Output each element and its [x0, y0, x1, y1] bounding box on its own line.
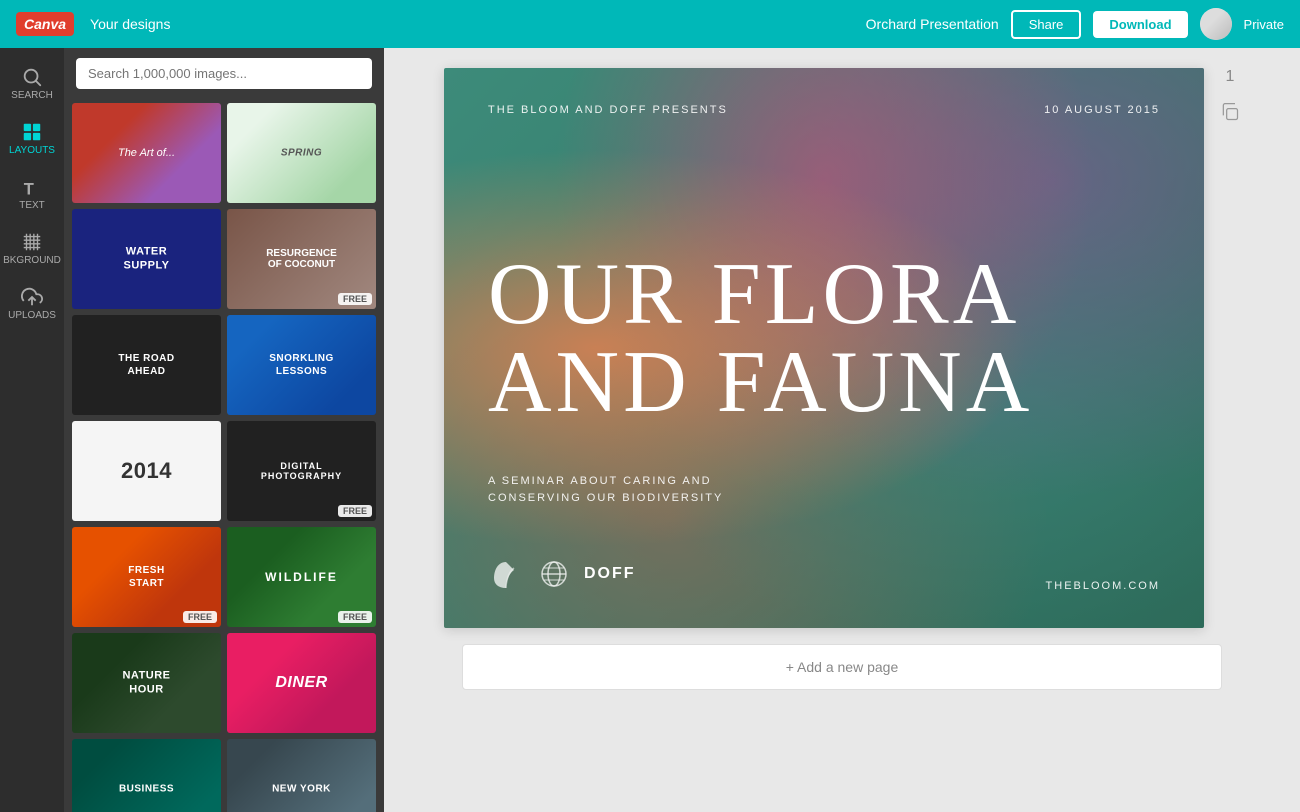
slide-website: THEBLOOM.COM [1046, 580, 1160, 592]
topbar-nav-label[interactable]: Your designs [90, 16, 170, 32]
thumb-free-badge-fresh: FREE [183, 611, 217, 623]
text-icon: T [21, 176, 43, 198]
sidebar-uploads-label: UPLOADS [8, 310, 56, 321]
sidebar-search-label: SEARCH [11, 90, 53, 101]
sidebar-item-search[interactable]: SEARCH [0, 56, 64, 111]
thumb-label-wildlife: WILDLIFE [265, 570, 338, 584]
download-button[interactable]: Download [1093, 11, 1187, 38]
canvas-area: THE BLOOM AND DOFF PRESENTS 10 AUGUST 20… [384, 48, 1300, 812]
add-page-button[interactable]: + Add a new page [462, 644, 1222, 690]
layout-thumb-spring[interactable]: SPRING [227, 103, 376, 203]
layout-grid: The Art of... SPRING WATERSUPPLY RESURGE… [64, 99, 384, 812]
topbar: Canva Your designs Orchard Presentation … [0, 0, 1300, 48]
sidebar-item-background[interactable]: BKGROUND [0, 221, 64, 276]
slide-date: 10 AUGUST 2015 [1044, 104, 1160, 116]
slide-top: THE BLOOM AND DOFF PRESENTS 10 AUGUST 20… [488, 104, 1160, 116]
topbar-right: Orchard Presentation Share Download Priv… [866, 8, 1284, 40]
svg-text:T: T [24, 180, 34, 198]
layout-thumb-resurgence[interactable]: RESURGENCEOF COCONUT FREE [227, 209, 376, 309]
share-button[interactable]: Share [1011, 10, 1082, 39]
thumb-label-nature: NATUREHOUR [122, 669, 170, 698]
uploads-icon [21, 286, 43, 308]
layout-thumb-water[interactable]: WATERSUPPLY [72, 209, 221, 309]
avatar[interactable] [1200, 8, 1232, 40]
layout-thumb-business[interactable]: BUSINESS [72, 739, 221, 812]
layout-thumb-goals[interactable]: 2014 [72, 421, 221, 521]
layout-thumb-nature[interactable]: NATUREHOUR [72, 633, 221, 733]
layout-thumb-diner[interactable]: Diner [227, 633, 376, 733]
thumb-free-badge-digital: FREE [338, 505, 372, 517]
globe-icon [536, 556, 572, 592]
layout-thumb-road[interactable]: THE ROADAHEAD [72, 315, 221, 415]
slide-presenter: THE BLOOM AND DOFF PRESENTS [488, 104, 728, 116]
layouts-panel: The Art of... SPRING WATERSUPPLY RESURGE… [64, 48, 384, 812]
thumb-label-water: WATERSUPPLY [123, 245, 169, 274]
thumb-free-badge-wildlife: FREE [338, 611, 372, 623]
search-icon [21, 66, 43, 88]
slide-title-line2: AND FAUNA [488, 339, 1160, 427]
layout-thumb-snorkling[interactable]: SNORKLINGLESSONS [227, 315, 376, 415]
topbar-left: Canva Your designs [16, 12, 170, 36]
thumb-label-goals: 2014 [121, 458, 172, 484]
private-label: Private [1244, 17, 1284, 32]
layout-thumb-art[interactable]: The Art of... [72, 103, 221, 203]
slide-content: THE BLOOM AND DOFF PRESENTS 10 AUGUST 20… [444, 68, 1204, 628]
slide-bottom: DOFF THEBLOOM.COM [488, 556, 1160, 592]
slide-1[interactable]: THE BLOOM AND DOFF PRESENTS 10 AUGUST 20… [444, 68, 1204, 628]
slide-page-number: 1 [1226, 68, 1235, 86]
layouts-icon [21, 121, 43, 143]
thumb-label-fresh: FRESHSTART [128, 564, 164, 590]
slide-main-title: OUR FLORA AND FAUNA [488, 251, 1160, 427]
thumb-free-badge-resurgence: FREE [338, 293, 372, 305]
thumb-label-road: THE ROADAHEAD [118, 352, 174, 378]
logo-name: DOFF [584, 565, 636, 583]
sidebar-item-text[interactable]: T TEXT [0, 166, 64, 221]
sidebar-item-uploads[interactable]: UPLOADS [0, 276, 64, 331]
slide-logos: DOFF [488, 556, 636, 592]
slide-subtitle-line2: CONSERVING OUR BIODIVERSITY [488, 490, 723, 508]
background-icon [21, 231, 43, 253]
sidebar-layouts-label: LAYOUTS [9, 145, 55, 156]
layout-thumb-digital[interactable]: DIGITALPHOTOGRAPHY FREE [227, 421, 376, 521]
sidebar-text-label: TEXT [19, 200, 45, 211]
thumb-label-spring: SPRING [281, 148, 322, 159]
thumb-label-business: BUSINESS [119, 784, 174, 795]
slide-subtitle-line1: A SEMINAR ABOUT CARING AND [488, 473, 723, 491]
search-input[interactable] [76, 58, 372, 89]
thumb-label-snorkling: SNORKLINGLESSONS [269, 352, 334, 378]
thumb-label-newyork: NEW YORK [272, 784, 331, 795]
slide-container: THE BLOOM AND DOFF PRESENTS 10 AUGUST 20… [444, 68, 1240, 628]
layout-thumb-wildlife[interactable]: WILDLIFE FREE [227, 527, 376, 627]
leaf-icon [488, 556, 524, 592]
sidebar-item-layouts[interactable]: LAYOUTS [0, 111, 64, 166]
sidebar-background-label: BKGROUND [3, 255, 61, 266]
duplicate-slide-icon[interactable] [1220, 102, 1240, 127]
thumb-label-art: The Art of... [79, 147, 213, 159]
main-area: SEARCH LAYOUTS T TEXT [0, 48, 1300, 812]
canva-logo[interactable]: Canva [16, 12, 74, 36]
layout-thumb-fresh[interactable]: FRESHSTART FREE [72, 527, 221, 627]
slide-right-controls: 1 [1220, 68, 1240, 127]
thumb-label-diner: Diner [275, 674, 327, 692]
layout-thumb-newyork[interactable]: NEW YORK [227, 739, 376, 812]
slide-subtitle-area: A SEMINAR ABOUT CARING AND CONSERVING OU… [488, 473, 723, 508]
sidebar-icons: SEARCH LAYOUTS T TEXT [0, 48, 64, 812]
slide-title-line1: OUR FLORA [488, 251, 1160, 339]
thumb-label-resurgence: RESURGENCEOF COCONUT [234, 248, 368, 270]
thumb-label-digital: DIGITALPHOTOGRAPHY [234, 461, 368, 481]
search-bar [64, 48, 384, 99]
doc-name: Orchard Presentation [866, 16, 999, 32]
